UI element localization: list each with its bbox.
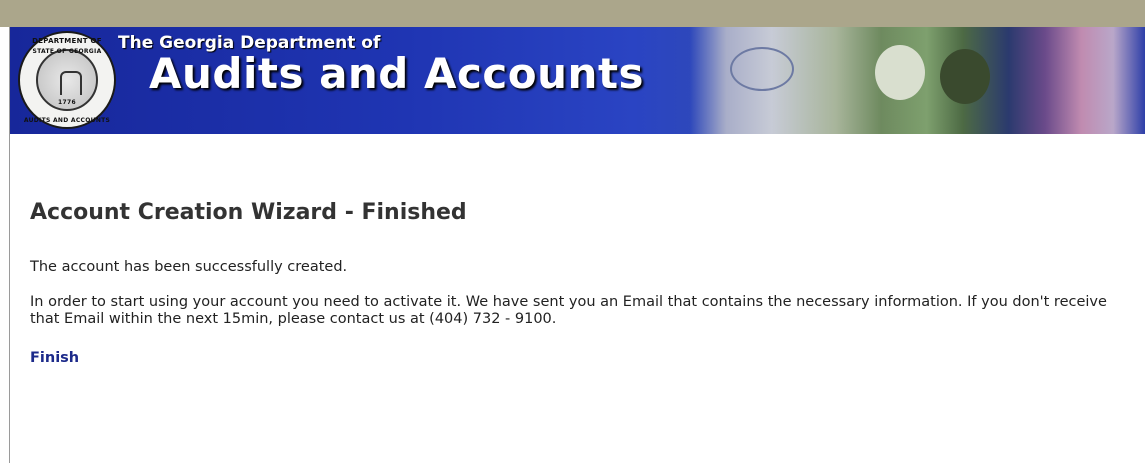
person-photo-icon [875,45,925,100]
arch-icon [60,71,82,95]
finish-link[interactable]: Finish [30,350,79,366]
org-name: Audits and Accounts [149,49,645,98]
seal-top-text: DEPARTMENT OF [32,37,102,45]
seal-year: 1776 [58,99,76,106]
person-photo-icon-2 [940,49,990,104]
seal-bottom-text: AUDITS AND ACCOUNTS [23,117,111,124]
header-banner: DEPARTMENT OF STATE OF GEORGIA 1776 AUDI… [10,27,1145,134]
main-content: Account Creation Wizard - Finished The a… [30,200,1120,366]
page-title: Account Creation Wizard - Finished [30,200,467,225]
banner-photo-collage [690,27,1145,134]
glasses-icon [730,47,794,91]
success-message: The account has been successfully create… [30,259,348,275]
activation-message: In order to start using your account you… [30,294,1107,327]
top-strip [0,0,1145,27]
state-seal-logo: DEPARTMENT OF STATE OF GEORGIA 1776 AUDI… [18,31,116,129]
seal-middle-text: STATE OF GEORGIA [32,48,102,55]
